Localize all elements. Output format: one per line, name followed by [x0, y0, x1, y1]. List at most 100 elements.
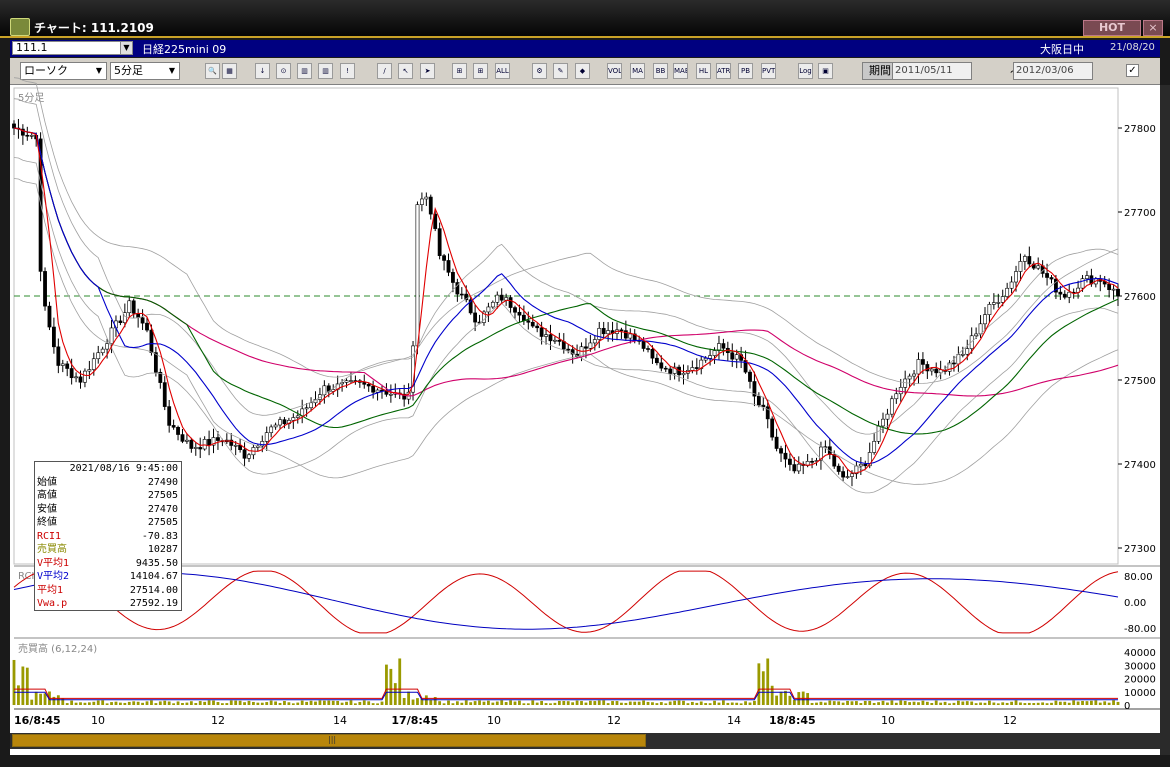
volume-bar	[881, 700, 885, 705]
candle-body	[1036, 265, 1041, 269]
candle-body	[885, 413, 890, 420]
vertical-scrollbar[interactable]	[1160, 85, 1170, 755]
volume-bar	[961, 701, 965, 705]
data-tip-value: 27470	[147, 503, 178, 515]
candle-body	[388, 393, 393, 396]
candle-body	[788, 458, 792, 465]
candle-body	[180, 434, 185, 442]
volume-bar	[628, 701, 632, 705]
volume-bar	[150, 700, 153, 705]
volume-bar	[478, 700, 481, 705]
candles	[12, 118, 1120, 487]
volume-bar	[784, 690, 787, 705]
volume-bar	[815, 702, 818, 705]
volume-bar	[943, 701, 947, 705]
volume-bar	[810, 702, 814, 705]
volume-bar	[526, 703, 530, 705]
volume-bar	[411, 699, 415, 705]
candle-body	[597, 328, 602, 340]
volume-bar	[934, 700, 938, 705]
candle-body	[646, 348, 650, 350]
volume-bar	[65, 703, 69, 705]
volume-bar	[1045, 703, 1049, 705]
data-tip-label: 終値	[37, 517, 57, 528]
candle-body	[83, 370, 87, 383]
volume-bar	[624, 702, 628, 705]
volume-bar	[291, 703, 295, 705]
candle-body	[544, 334, 548, 337]
candle-body	[694, 367, 699, 369]
volume-bar	[30, 699, 34, 705]
data-tip-label: Vwa.p	[37, 598, 68, 609]
candle-body	[996, 302, 1001, 304]
volume-bar	[970, 701, 974, 705]
candle-body	[1049, 277, 1054, 280]
candle-body	[260, 441, 265, 447]
volume-bar	[487, 700, 490, 705]
candle-body	[1058, 291, 1063, 295]
volume-bar	[451, 703, 455, 705]
candle-body	[105, 343, 110, 350]
volume-bar	[331, 700, 335, 705]
data-tip-row: 安値 27470	[35, 503, 181, 517]
candle-body	[437, 228, 442, 256]
candle-body	[539, 327, 544, 337]
candle-body	[269, 426, 274, 433]
volume-bar	[318, 700, 322, 705]
volume-bar	[265, 702, 269, 705]
volume-bar	[87, 702, 91, 705]
navigator-grip-icon[interactable]: |||	[328, 735, 336, 744]
volume-bar	[912, 701, 916, 705]
price-tick-label: 27400	[1124, 460, 1156, 471]
data-tip-row: 高値 27505	[35, 489, 181, 503]
volume-bar	[761, 671, 765, 705]
volume-bar	[447, 700, 450, 705]
candle-body	[761, 404, 766, 408]
candle-body	[983, 314, 987, 325]
candle-body	[628, 333, 633, 339]
volume-bar	[92, 701, 96, 705]
volume-bar	[314, 701, 317, 705]
x-axis-label: 14	[727, 714, 741, 727]
volume-bar	[877, 702, 880, 705]
candle-body	[907, 375, 912, 380]
volume-bar	[655, 703, 659, 705]
candle-body	[1027, 256, 1032, 265]
navigator-bar[interactable]: |||	[10, 733, 1160, 749]
candle-body	[756, 395, 761, 406]
volume-bar	[17, 685, 20, 705]
candle-body	[912, 373, 916, 377]
volume-bar	[1116, 701, 1120, 705]
volume-bar	[571, 702, 575, 705]
volume-bar	[473, 701, 477, 705]
volume-bar	[132, 701, 136, 705]
candle-body	[1018, 261, 1023, 272]
candle-body	[792, 464, 797, 472]
volume-bar	[278, 702, 282, 705]
x-axis-label: 17/8:45	[391, 714, 438, 727]
volume-bar	[176, 701, 180, 705]
candle-body	[894, 393, 899, 400]
candle-body	[535, 325, 540, 329]
volume-bar	[1072, 700, 1076, 705]
volume-bar	[336, 700, 340, 705]
volume-bar	[580, 701, 583, 705]
volume-bar	[1094, 700, 1098, 705]
candle-body	[189, 439, 194, 449]
candle-body	[832, 454, 837, 467]
candle-body	[295, 415, 300, 418]
volume-bar	[695, 702, 699, 705]
volume-bar	[1032, 703, 1036, 705]
candle-body	[78, 376, 83, 383]
candle-body	[1080, 278, 1085, 289]
rci-tick-label: -80.00	[1124, 624, 1156, 635]
candle-body	[548, 334, 553, 342]
volume-bar	[345, 701, 348, 705]
volume-bar	[699, 701, 703, 705]
volume-bar	[1041, 702, 1045, 705]
candle-body	[424, 196, 429, 200]
volume-bar	[872, 702, 876, 705]
volume-bar	[327, 700, 331, 705]
price-chart[interactable]: 5分足RCI売買高 (6,12,24)278002770027600275002…	[0, 0, 1170, 767]
volume-bar	[566, 701, 570, 705]
